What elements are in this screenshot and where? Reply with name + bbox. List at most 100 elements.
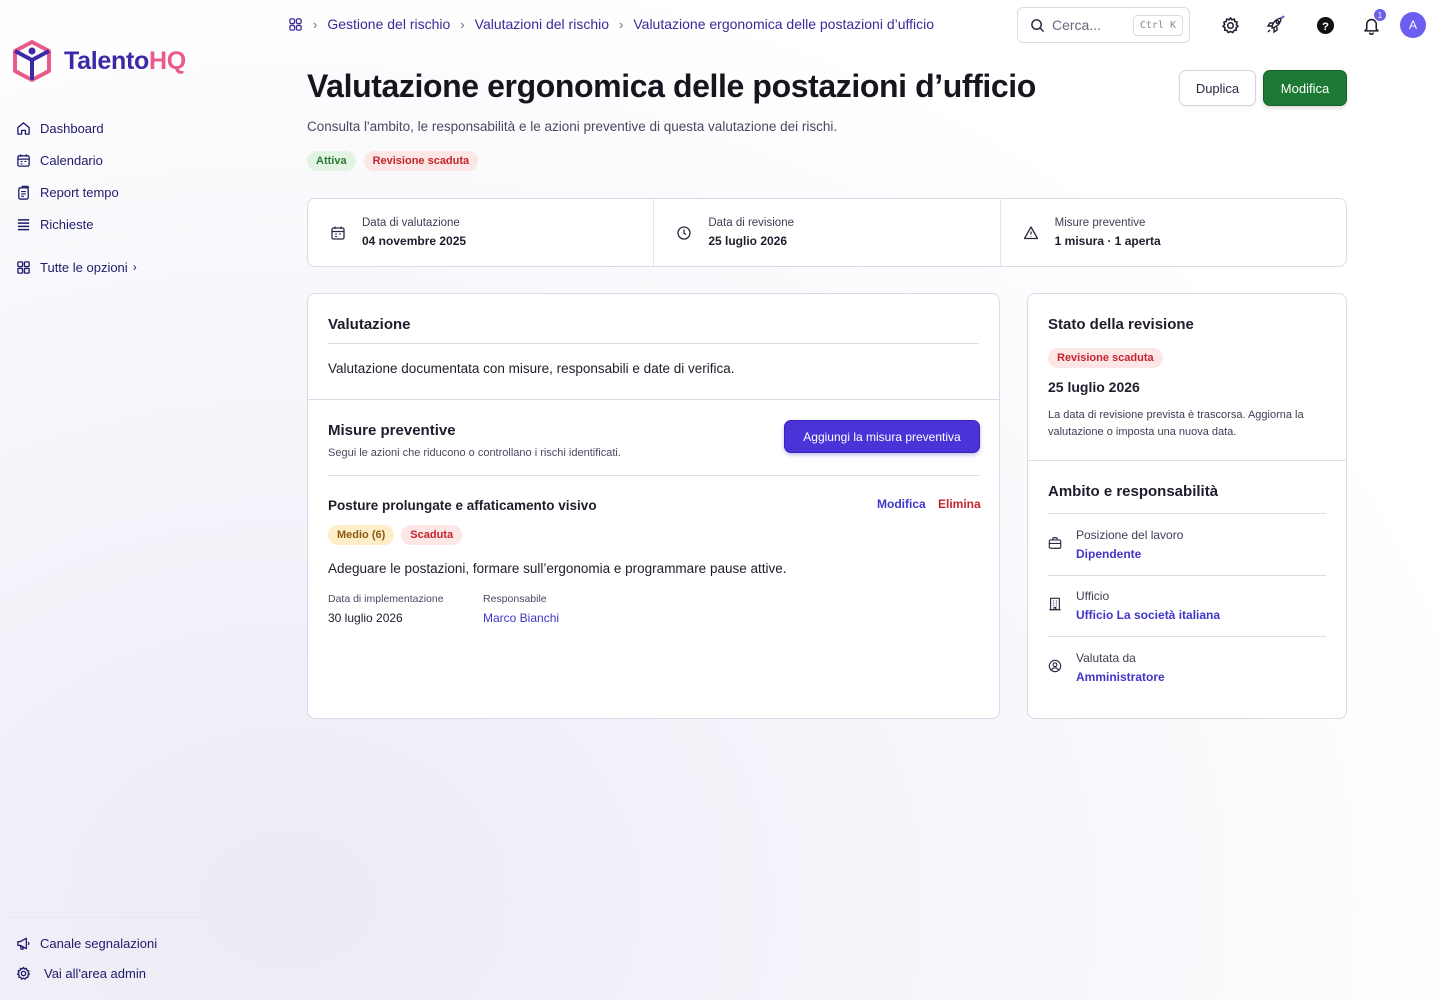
sidebar-nav: Dashboard Calendario Report tempo Richie… <box>16 112 137 283</box>
calendar-icon <box>331 226 345 240</box>
summary-stats: Data di valutazione 04 novembre 2025 Dat… <box>307 198 1347 267</box>
settings-button[interactable] <box>1219 14 1241 36</box>
stat-value: 1 misura · 1 aperta <box>1054 234 1161 248</box>
owner-label: Responsabile <box>483 593 547 605</box>
sidebar-item-label: Report tempo <box>40 184 119 200</box>
scope-title: Ambito e responsabilità <box>1048 483 1219 500</box>
stat-value: 25 luglio 2026 <box>708 234 788 248</box>
measure-owner: Responsabile Marco Bianchi <box>483 593 559 625</box>
divider <box>1048 636 1326 637</box>
sidebar-item-canale-segnalazioni[interactable]: Canale segnalazioni <box>16 928 204 958</box>
sidebar-item-label: Dashboard <box>40 120 104 136</box>
grid-icon <box>17 260 30 274</box>
page-subtitle: Consulta l'ambito, le responsabilità e l… <box>307 119 838 134</box>
risk-level-badge: Medio (6) <box>328 525 395 545</box>
sidebar-item-label: Richieste <box>40 216 94 232</box>
scope-link[interactable]: Ufficio La società italiana <box>1076 608 1220 622</box>
add-measure-button[interactable]: Aggiungi la misura preventiva <box>784 420 980 453</box>
sidebar-item-label: Vai all'area admin <box>44 965 146 981</box>
divider <box>1028 460 1346 461</box>
stat-label: Misure preventive <box>1054 217 1146 229</box>
breadcrumb-current: Valutazione ergonomica delle postazioni … <box>633 16 935 32</box>
breadcrumb: › Gestione del rischio › Valutazioni del… <box>288 16 934 32</box>
scope-link[interactable]: Amministratore <box>1076 670 1165 684</box>
sidebar-item-label: Canale segnalazioni <box>40 935 158 951</box>
help-button[interactable]: ? <box>1314 14 1336 36</box>
scope-row-position: Posizione del lavoro Dipendente <box>1048 528 1183 561</box>
sidebar-item-report-tempo[interactable]: Report tempo <box>16 176 137 208</box>
sidebar: TalentoHQ Dashboard Calendario Report te… <box>0 0 210 1000</box>
logo[interactable]: TalentoHQ <box>12 40 186 82</box>
gear-icon <box>16 966 31 980</box>
clock-icon <box>677 225 691 240</box>
measure-title: Posture prolungate e affaticamento visiv… <box>328 498 597 513</box>
evaluation-card: Valutazione Valutazione documentata con … <box>307 293 1000 719</box>
divider <box>328 343 979 344</box>
owner-link[interactable]: Marco Bianchi <box>483 611 559 625</box>
search-placeholder: Cerca... <box>1052 17 1102 33</box>
breadcrumb-link[interactable]: Valutazioni del rischio <box>475 16 609 32</box>
calendar-icon <box>17 153 30 167</box>
scope-row-office: Ufficio Ufficio La società italiana <box>1048 589 1220 622</box>
sidebar-item-richieste[interactable]: Richieste <box>16 208 137 240</box>
sidebar-item-calendario[interactable]: Calendario <box>16 144 137 176</box>
stat-label: Data di valutazione <box>362 217 460 229</box>
sidebar-item-dashboard[interactable]: Dashboard <box>16 112 137 144</box>
divider <box>1048 513 1326 514</box>
review-date: 25 luglio 2026 <box>1048 379 1140 395</box>
sidebar-item-label: Tutte le opzioni <box>40 259 128 275</box>
measure-implementation: Data di implementazione 30 luglio 2026 <box>328 593 444 625</box>
implementation-date-value: 30 luglio 2026 <box>328 611 403 625</box>
avatar[interactable]: A <box>1400 12 1426 38</box>
review-title: Stato della revisione <box>1048 316 1194 333</box>
chevron-right-icon: › <box>132 260 137 274</box>
svg-text:?: ? <box>1322 20 1329 32</box>
user-circle-icon <box>1048 659 1062 673</box>
edit-button[interactable]: Modifica <box>1263 70 1347 106</box>
status-badge: Revisione scaduta <box>363 151 479 171</box>
chevron-right-icon: › <box>313 16 318 32</box>
scope-label: Posizione del lavoro <box>1076 528 1184 542</box>
status-badge: Attiva <box>307 151 356 171</box>
duplicate-button[interactable]: Duplica <box>1179 70 1256 106</box>
page-title: Valutazione ergonomica delle postazioni … <box>307 68 1036 104</box>
status-tags: Attiva Revisione scaduta <box>307 151 479 171</box>
measure-description: Adeguare le postazioni, formare sull’erg… <box>328 561 787 576</box>
report-icon <box>18 185 30 200</box>
scope-label: Ufficio <box>1076 589 1110 603</box>
chevron-right-icon: › <box>619 16 624 32</box>
stat-review-date: Data di revisione 25 luglio 2026 <box>654 199 1001 266</box>
evaluation-text: Valutazione documentata con misure, resp… <box>328 361 735 376</box>
home-icon <box>17 121 30 135</box>
status-badge: Revisione scaduta <box>1048 348 1163 368</box>
breadcrumb-link[interactable]: Gestione del rischio <box>327 16 450 32</box>
sidebar-bottom: Canale segnalazioni Vai all'area admin <box>8 917 204 988</box>
scope-row-evaluated-by: Valutata da Amministratore <box>1048 651 1165 684</box>
gear-icon <box>1221 16 1239 33</box>
notifications-button[interactable]: 1 <box>1360 9 1386 36</box>
stat-value: 04 novembre 2025 <box>362 234 467 248</box>
warning-icon <box>1023 225 1038 239</box>
notification-badge: 1 <box>1374 9 1386 21</box>
briefcase-icon <box>1048 537 1062 549</box>
whats-new-button[interactable] <box>1264 14 1286 36</box>
cube-logo-icon <box>13 40 51 82</box>
rocket-icon <box>1266 15 1285 34</box>
megaphone-icon <box>17 937 30 950</box>
search-input[interactable]: Cerca... Ctrl K <box>1017 7 1190 43</box>
building-icon <box>1049 597 1061 611</box>
scope-link[interactable]: Dipendente <box>1076 547 1183 561</box>
topbar: › Gestione del rischio › Valutazioni del… <box>288 7 1440 43</box>
sidebar-all-options[interactable]: Tutte le opzioni › <box>16 251 137 283</box>
measure-edit-link[interactable]: Modifica <box>877 497 926 511</box>
implementation-date-label: Data di implementazione <box>328 593 444 605</box>
list-icon <box>17 218 30 230</box>
stat-label: Data di revisione <box>708 217 794 229</box>
divider <box>308 399 999 400</box>
stat-measures: Misure preventive 1 misura · 1 aperta <box>1001 199 1346 266</box>
sidebar-item-area-admin[interactable]: Vai all'area admin <box>16 958 204 988</box>
measure-delete-link[interactable]: Elimina <box>938 497 981 511</box>
grid-icon[interactable] <box>288 17 303 32</box>
measures-subtitle: Segui le azioni che riducono o controlla… <box>328 447 621 459</box>
status-badge: Scaduta <box>401 525 463 545</box>
